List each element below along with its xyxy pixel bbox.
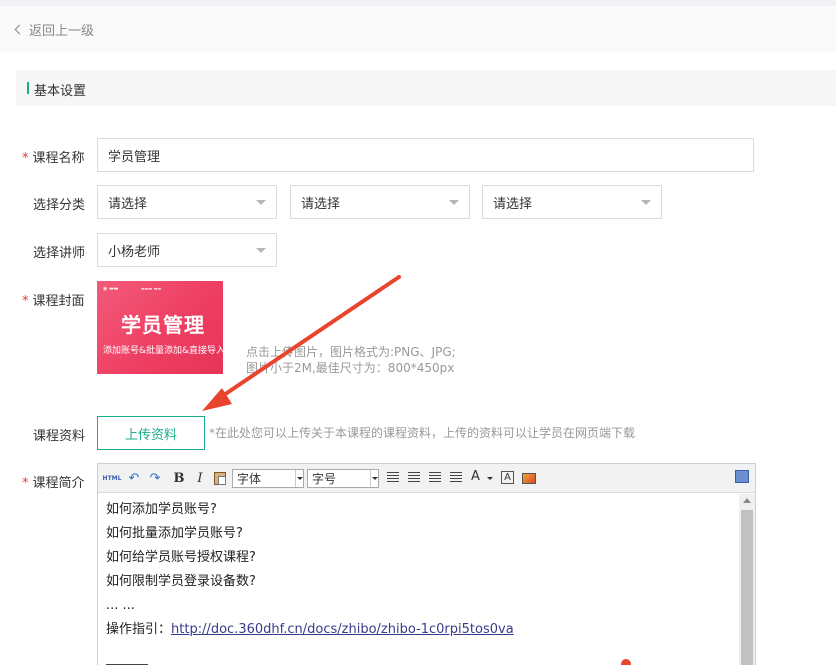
back-button[interactable]: 返回上一级 [14,20,95,39]
caret-down-icon [256,248,266,253]
scrollbar-thumb[interactable] [741,510,753,665]
course-name-input[interactable]: 学员管理 [97,138,754,172]
align-justify-icon[interactable] [450,472,462,483]
paste-icon[interactable] [213,469,227,487]
editor-scrollbar[interactable] [739,494,755,665]
align-left-icon[interactable] [387,472,399,483]
font-color-icon[interactable]: A [471,469,493,487]
cover-hint-1: 点击上传图片，图片格式为:PNG、JPG; [246,345,456,359]
cover-image-title: 学员管理 [121,313,205,337]
annotation-arrow-head [202,388,232,411]
content-line: 如何给学员账号授权课程? [106,550,256,565]
cover-hint-2: 图片小于2M,最佳尺寸为：800*450px [246,361,455,375]
lecturer-label: 选择讲师 [33,246,86,261]
html-source-button[interactable]: HTML [103,469,122,487]
materials-hint: *在此处您可以上传关于本课程的课程资料，上传的资料可以让学员在网页端下载 [209,426,636,440]
font-family-select[interactable]: 字体 [232,469,304,488]
bold-button[interactable]: B [172,469,186,487]
caret-down-icon [641,200,651,205]
lecturer-value: 小杨老师 [108,244,161,260]
editor-toolbar: HTML ↶ ↷ B I 字体 字号 A A [98,464,755,493]
fullscreen-icon[interactable] [735,470,749,483]
course-name-label: * 课程名称 [22,147,85,166]
align-center-icon[interactable] [408,472,420,483]
category-select-3-value: 请选择 [493,196,533,212]
dropdown-arrow-icon [487,477,493,480]
cover-label-text: 课程封面 [32,294,85,309]
lecturer-select[interactable]: 小杨老师 [97,233,277,267]
font-size-value: 字号 [312,472,337,486]
intro-label-text: 课程简介 [32,476,85,491]
guide-label: 操作指引： [106,622,172,637]
scroll-up-icon[interactable] [743,498,751,503]
course-name-value: 学员管理 [108,149,161,165]
required-mark: * [22,151,29,166]
font-size-select[interactable]: 字号 [307,469,379,488]
redo-icon[interactable]: ↷ [148,469,162,487]
font-family-value: 字体 [237,472,262,486]
content-line: 如何批量添加学员账号? [106,526,243,541]
materials-label: 课程资料 [33,429,86,444]
category-select-2[interactable]: 请选择 [290,185,470,219]
cover-label: * 课程封面 [22,290,85,309]
section-title: 基本设置 [34,84,87,99]
guide-line: 操作指引：http://doc.360dhf.cn/docs/zhibo/zhi… [106,618,730,642]
content-line: 如何添加学员账号? [106,502,217,517]
dropdown-arrow-icon [370,470,378,487]
spacer [0,52,836,70]
section-accent-bar [27,82,29,94]
cover-image-subtitle: 添加账号&批量添加&直接导入 [103,346,223,356]
category-select-3[interactable]: 请选择 [482,185,662,219]
content-line: ... ... [106,598,135,613]
background-color-icon[interactable]: A [501,471,514,484]
category-label: 选择分类 [33,198,86,213]
editor-content[interactable]: 如何添加学员账号? 如何批量添加学员账号? 如何给学员账号授权课程? 如何限制学… [98,494,738,665]
section-header: 基本设置 [16,70,836,106]
top-bar: 返回上一级 [0,6,836,52]
align-right-icon[interactable] [429,472,441,483]
italic-button[interactable]: I [194,469,206,487]
insert-image-icon[interactable] [522,473,536,484]
back-label: 返回上一级 [29,24,95,39]
annotation-arrow-shaft [216,275,401,401]
caret-down-icon [449,200,459,205]
chevron-left-icon [14,24,25,35]
cover-logo: ◉ ▬▬ [103,286,119,292]
required-mark: * [22,476,29,491]
undo-icon[interactable]: ↶ [127,469,141,487]
guide-link[interactable]: http://doc.360dhf.cn/docs/zhibo/zhibo-1c… [171,622,514,637]
cover-image[interactable]: ◉ ▬▬ ▬▬▬ ▬▬ 学员管理 添加账号&批量添加&直接导入 [97,281,223,374]
cover-logo-text: ▬▬▬ ▬▬ [141,286,162,291]
content-line: 如何限制学员登录设备数? [106,574,256,589]
annotation-mark [621,659,631,665]
category-select-1[interactable]: 请选择 [97,185,277,219]
caret-down-icon [256,200,266,205]
course-name-label-text: 课程名称 [32,151,85,166]
category-select-1-value: 请选择 [108,196,148,212]
font-color-glyph: A [471,469,480,484]
dropdown-arrow-icon [295,470,303,487]
category-select-2-value: 请选择 [301,196,341,212]
intro-label: * 课程简介 [22,472,85,491]
upload-materials-button[interactable]: 上传资料 [97,416,205,450]
required-mark: * [22,294,29,309]
rich-text-editor: HTML ↶ ↷ B I 字体 字号 A A 如何添加学员账号? 如何批量添加学… [97,463,756,665]
